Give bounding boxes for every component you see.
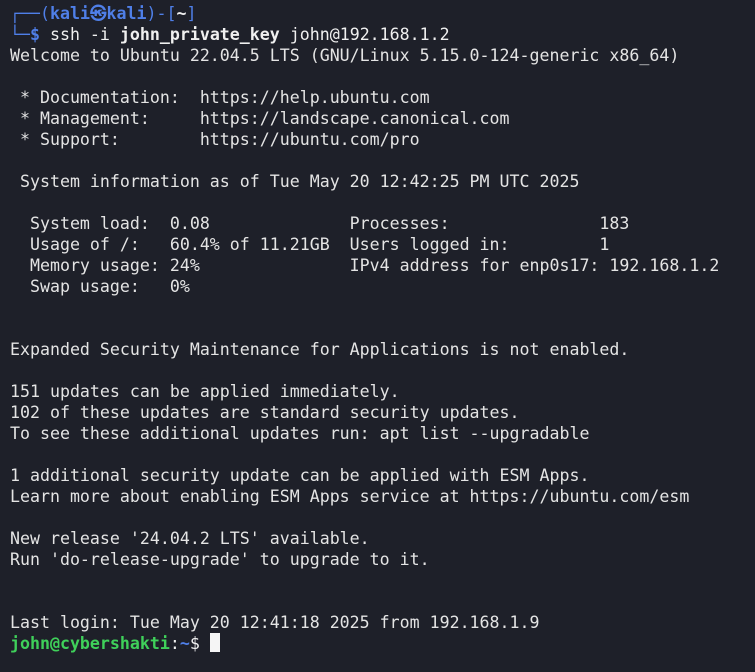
stat-line-4: Swap usage: 0% (10, 277, 190, 296)
prompt-separator: )-[ (146, 4, 177, 23)
terminal-window[interactable]: ┌──(kali㉿kali)-[~] └─$ ssh -i john_priva… (0, 0, 755, 672)
esm-status-line: Expanded Security Maintenance for Applic… (10, 340, 630, 359)
esm-line-2: Learn more about enabling ESM Apps servi… (10, 487, 690, 506)
command-target: john@192.168.1.2 (279, 25, 450, 44)
updates-line-3: To see these additional updates run: apt… (10, 424, 590, 443)
support-line: * Support: https://ubuntu.com/pro (10, 130, 420, 149)
remote-prompt-dollar: $ (189, 634, 210, 653)
stat-line-1: System load: 0.08 Processes: 183 (10, 214, 630, 233)
welcome-line: Welcome to Ubuntu 22.04.5 LTS (GNU/Linux… (10, 46, 680, 65)
updates-line-1: 151 updates can be applied immediately. (10, 382, 400, 401)
remote-prompt-line[interactable]: john@cybershakti:~$ (10, 633, 755, 654)
release-line-1: New release '24.04.2 LTS' available. (10, 529, 370, 548)
remote-prompt-colon: : (169, 634, 180, 653)
command-key-arg: john_private_key (119, 25, 280, 44)
prompt-dollar: $ (29, 25, 50, 44)
management-line: * Management: https://landscape.canonica… (10, 109, 510, 128)
prompt-user: kali (49, 4, 90, 23)
prompt-close: ] (186, 4, 197, 23)
prompt-dir: ~ (176, 4, 187, 23)
prompt-at-symbol: ㉿ (89, 4, 107, 23)
kali-prompt-line1: ┌──(kali㉿kali)-[~] (10, 3, 755, 24)
stat-line-3: Memory usage: 24% IPv4 address for enp0s… (10, 256, 720, 275)
esm-line-1: 1 additional security update can be appl… (10, 466, 590, 485)
stat-line-2: Usage of /: 60.4% of 11.21GB Users logge… (10, 235, 610, 254)
updates-line-2: 102 of these updates are standard securi… (10, 403, 520, 422)
last-login-line: Last login: Tue May 20 12:41:18 2025 fro… (10, 613, 540, 632)
remote-prompt-userhost: john@cybershakti (10, 634, 170, 653)
release-line-2: Run 'do-release-upgrade' to upgrade to i… (10, 550, 430, 569)
text-cursor[interactable] (209, 633, 220, 652)
remote-prompt-path: ~ (179, 634, 190, 653)
docs-line: * Documentation: https://help.ubuntu.com (10, 88, 430, 107)
prompt-frame-top: ┌──( (10, 4, 50, 23)
prompt-frame-bottom: └─ (10, 25, 30, 44)
sysinfo-line: System information as of Tue May 20 12:4… (10, 172, 580, 191)
prompt-host: kali (106, 4, 147, 23)
command-text: ssh -i (49, 25, 120, 44)
kali-prompt-line2: └─$ ssh -i john_private_key john@192.168… (10, 24, 755, 45)
